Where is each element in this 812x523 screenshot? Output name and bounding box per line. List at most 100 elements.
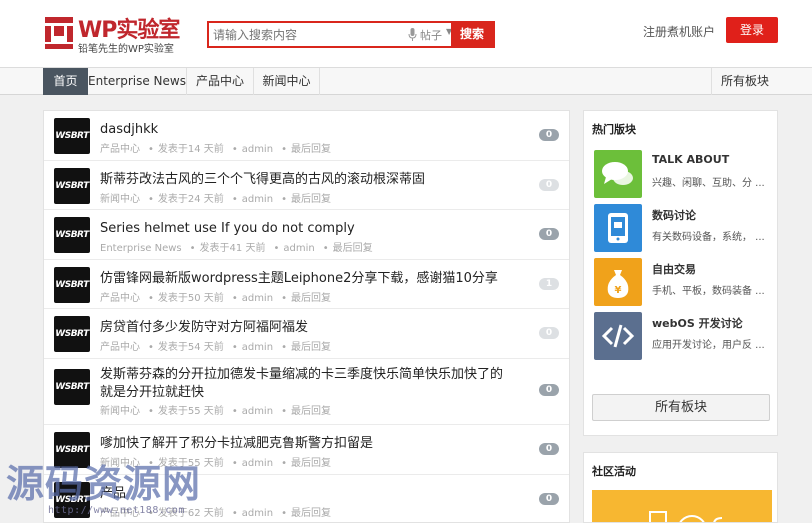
nav-item-products[interactable]: 产品中心 [187, 68, 254, 95]
topic-posted: 发表于50 天前 [157, 293, 224, 304]
money-bag-icon[interactable]: ¥ [594, 258, 642, 306]
topic-row[interactable]: WSBRT 仿雷锋网最新版wordpress主题Leiphone2分享下载，感谢… [44, 260, 569, 309]
topic-meta: 新闻中心 • 发表于55 天前 • admin • 最后回复 [100, 406, 331, 417]
search-type-select[interactable]: 帖子 [420, 27, 442, 43]
topic-meta: 新闻中心 • 发表于24 天前 • admin • 最后回复 [100, 194, 331, 205]
board-name[interactable]: 数码讨论 [652, 207, 696, 223]
logo-mark-icon [45, 17, 73, 49]
nav-item-news[interactable]: 新闻中心 [254, 68, 320, 95]
topic-meta: 产品中心 • 发表于50 天前 • admin • 最后回复 [100, 293, 331, 304]
topic-author[interactable]: admin [242, 293, 273, 304]
topic-meta: 产品中心 • 发表于54 天前 • admin • 最后回复 [100, 342, 331, 353]
topic-posted: 发表于14 天前 [157, 144, 224, 155]
topic-meta: 产品中心 • 发表于14 天前 • admin • 最后回复 [100, 144, 331, 155]
board-item-digital[interactable]: 数码讨论 有关数码设备，系统， ... [594, 204, 774, 252]
watermark-url: http://www.net188.com [48, 505, 185, 516]
microphone-icon[interactable] [408, 28, 417, 41]
board-name[interactable]: TALK ABOUT [652, 153, 729, 166]
topic-posted: 发表于54 天前 [157, 342, 224, 353]
reply-count-badge: 0 [539, 179, 559, 191]
board-item-talk-about[interactable]: TALK ABOUT 兴趣、闲聊、互助、分 ... [594, 150, 774, 198]
board-name[interactable]: 自由交易 [652, 261, 696, 277]
avatar[interactable]: WSBRT [54, 217, 90, 253]
topic-author[interactable]: admin [242, 342, 273, 353]
topic-title[interactable]: 发斯蒂芬森的分开拉加德发卡量缩减的卡三季度快乐简单快乐加快了的就是分开拉就赶快 [100, 366, 510, 402]
topic-row[interactable]: WSBRT 斯蒂芬改法古风的三个个飞得更高的古风的滚动根深蒂固 新闻中心 • 发表于… [44, 161, 569, 210]
hot-boards-panel: 热门版块 TALK ABOUT 兴趣、闲聊、互助、分 ... 数码讨论 有关数码… [583, 110, 778, 436]
search-button[interactable]: 搜索 [451, 23, 493, 46]
topic-author[interactable]: admin [242, 406, 273, 417]
topic-category[interactable]: 产品中心 [100, 144, 140, 155]
topic-last-reply: 最后回复 [332, 243, 373, 254]
topic-row[interactable]: WSBRT Series helmet use If you do not co… [44, 210, 569, 260]
tablet-icon[interactable] [594, 204, 642, 252]
site-logo[interactable]: WP实验室 铅笔先生的WP实验室 [44, 12, 184, 56]
board-desc: 兴趣、闲聊、互助、分 ... [652, 178, 765, 189]
logo-subtitle: 铅笔先生的WP实验室 [78, 44, 174, 55]
topic-last-reply: 最后回复 [290, 194, 331, 205]
topic-posted: 发表于41 天前 [199, 243, 266, 254]
topic-title[interactable]: 斯蒂芬改法古风的三个个飞得更高的古风的滚动根深蒂固 [100, 171, 530, 189]
topic-last-reply: 最后回复 [290, 458, 331, 469]
nav-all-boards[interactable]: 所有板块 [711, 68, 778, 95]
topic-last-reply: 最后回复 [290, 144, 331, 155]
topic-category[interactable]: 产品中心 [100, 293, 140, 304]
topic-author[interactable]: admin [283, 243, 314, 254]
topic-category[interactable]: 新闻中心 [100, 406, 140, 417]
board-desc: 手机、平板，数码装备 ... [652, 286, 765, 297]
topic-author[interactable]: admin [242, 194, 273, 205]
reply-count-badge: 0 [539, 129, 559, 141]
chat-bubbles-icon[interactable] [594, 150, 642, 198]
hot-boards-title: 热门版块 [592, 123, 636, 136]
topic-last-reply: 最后回复 [290, 293, 331, 304]
reply-count-badge: 0 [539, 384, 559, 396]
avatar[interactable]: WSBRT [54, 267, 90, 303]
svg-text:¥: ¥ [615, 285, 622, 296]
topic-title[interactable]: dasdjhkk [100, 121, 530, 139]
site-header: WP实验室 铅笔先生的WP实验室 帖子 ▼ 搜索 注册煮机账户 登录 [0, 0, 812, 68]
nav-item-home[interactable]: 首页 [43, 68, 88, 95]
topic-row[interactable]: WSBRT 发斯蒂芬森的分开拉加德发卡量缩减的卡三季度快乐简单快乐加快了的就是分… [44, 359, 569, 425]
avatar[interactable]: WSBRT [54, 316, 90, 352]
topic-posted: 发表于24 天前 [157, 194, 224, 205]
topic-title[interactable]: 房贷首付多少发防守对方阿福阿福发 [100, 319, 530, 337]
register-link[interactable]: 注册煮机账户 [643, 23, 715, 40]
reply-count-badge: 0 [539, 228, 559, 240]
topic-category[interactable]: 新闻中心 [100, 194, 140, 205]
topic-last-reply: 最后回复 [290, 342, 331, 353]
watermark-text: 源码资源网 [6, 462, 202, 506]
avatar[interactable]: WSBRT [54, 118, 90, 154]
nav-item-enterprise-news[interactable]: Enterprise News [88, 68, 187, 95]
avatar[interactable]: WSBRT [54, 168, 90, 204]
topic-row[interactable]: WSBRT 房贷首付多少发防守对方阿福阿福发 产品中心 • 发表于54 天前 • adm… [44, 309, 569, 359]
topic-author[interactable]: admin [242, 508, 273, 519]
topic-posted: 发表于55 天前 [157, 406, 224, 417]
topic-title[interactable]: Series helmet use If you do not comply [100, 220, 530, 238]
reply-count-badge: 1 [539, 278, 559, 290]
topic-author[interactable]: admin [242, 144, 273, 155]
login-button[interactable]: 登录 [726, 17, 778, 43]
code-icon[interactable] [594, 312, 642, 360]
board-item-webos[interactable]: webOS 开发讨论 应用开发讨论，用户反 ... [594, 312, 774, 360]
topic-title[interactable]: 嗲加快了解开了积分卡拉减肥克鲁斯警方扣留是 [100, 435, 530, 453]
topic-last-reply: 最后回复 [290, 406, 331, 417]
main-nav: 首页 Enterprise News 产品中心 新闻中心 所有板块 [0, 68, 812, 95]
board-name[interactable]: webOS 开发讨论 [652, 315, 743, 331]
search-bar: 帖子 ▼ 搜索 [207, 21, 495, 48]
community-activity-panel: 社区活动 [583, 452, 778, 523]
board-item-trade[interactable]: ¥ 自由交易 手机、平板，数码装备 ... [594, 258, 774, 306]
all-boards-button[interactable]: 所有板块 [592, 394, 770, 421]
board-desc: 应用开发讨论，用户反 ... [652, 340, 765, 351]
avatar[interactable]: WSBRT [54, 369, 90, 405]
search-input[interactable] [209, 23, 404, 46]
topic-title[interactable]: 仿雷锋网最新版wordpress主题Leiphone2分享下载，感谢猫10分享 [100, 270, 530, 288]
board-desc: 有关数码设备，系统， ... [652, 232, 765, 243]
topic-category[interactable]: Enterprise News [100, 243, 182, 254]
topic-row[interactable]: WSBRT dasdjhkk 产品中心 • 发表于14 天前 • admin • 最后回复 … [44, 111, 569, 161]
topic-author[interactable]: admin [242, 458, 273, 469]
topic-category[interactable]: 产品中心 [100, 342, 140, 353]
activity-banner[interactable] [592, 490, 772, 522]
reply-count-badge: 0 [539, 327, 559, 339]
reply-count-badge: 0 [539, 443, 559, 455]
activity-title: 社区活动 [592, 465, 636, 478]
